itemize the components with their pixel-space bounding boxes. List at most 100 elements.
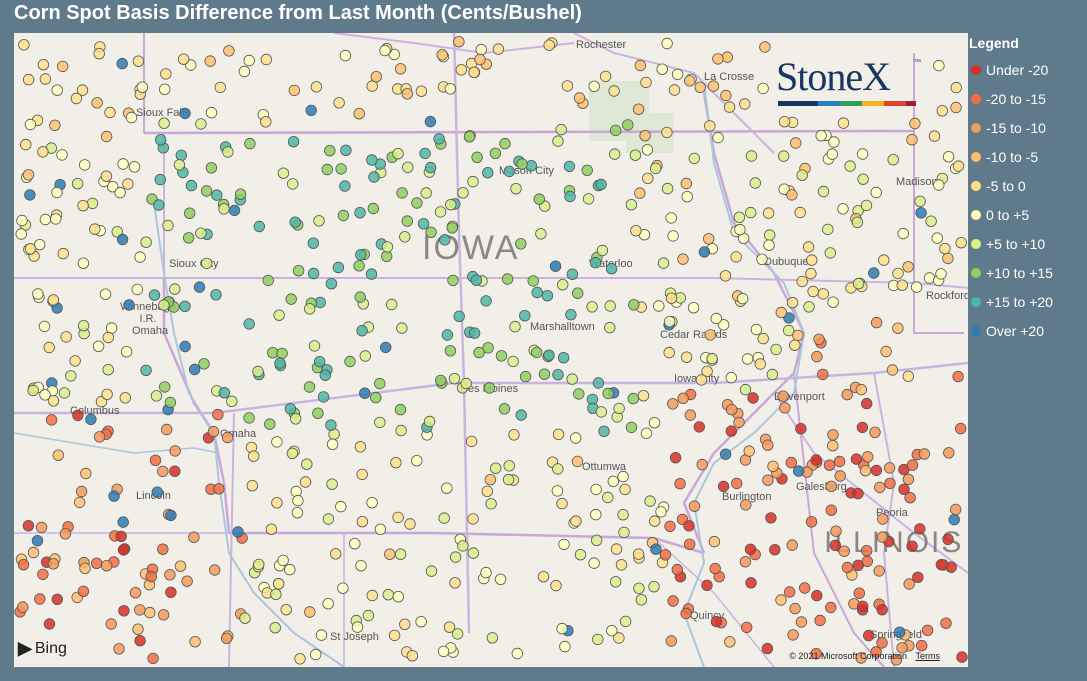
station-marker[interactable] [909,117,921,130]
station-marker[interactable] [825,480,838,493]
station-marker[interactable] [16,214,28,227]
station-marker[interactable] [273,309,285,321]
station-marker[interactable] [77,199,89,212]
station-marker[interactable] [447,274,459,287]
station-marker[interactable] [556,497,568,510]
station-marker[interactable] [43,341,55,354]
station-marker[interactable] [226,395,238,408]
station-marker[interactable] [733,416,745,429]
station-marker[interactable] [625,198,638,211]
station-marker[interactable] [830,525,842,537]
station-marker[interactable] [122,178,134,190]
station-marker[interactable] [622,119,634,131]
station-marker[interactable] [128,161,141,173]
station-marker[interactable] [301,458,313,470]
station-marker[interactable] [145,570,158,583]
station-marker[interactable] [424,115,437,128]
station-marker[interactable] [566,268,579,280]
station-marker[interactable] [102,364,114,376]
station-marker[interactable] [637,390,650,402]
station-marker[interactable] [825,601,837,614]
station-marker[interactable] [552,135,564,147]
station-marker[interactable] [285,293,297,305]
station-marker[interactable] [775,306,788,319]
station-marker[interactable] [437,645,450,658]
station-marker[interactable] [859,465,872,477]
station-marker[interactable] [136,81,149,93]
station-marker[interactable] [537,571,550,583]
station-marker[interactable] [852,487,864,500]
bing-attribution[interactable]: ▶ Bing [18,638,67,659]
station-marker[interactable] [395,424,407,437]
station-marker[interactable] [948,513,960,526]
station-marker[interactable] [883,462,896,474]
station-marker[interactable] [565,309,577,321]
station-marker[interactable] [433,133,445,145]
station-marker[interactable] [333,97,345,109]
station-marker[interactable] [490,462,502,474]
station-marker[interactable] [402,161,414,174]
station-marker[interactable] [588,557,600,569]
station-marker[interactable] [134,635,146,647]
station-marker[interactable] [877,513,889,525]
station-marker[interactable] [887,153,899,166]
station-marker[interactable] [552,463,564,475]
station-marker[interactable] [169,465,181,477]
station-marker[interactable] [284,403,297,415]
station-marker[interactable] [950,503,962,516]
station-marker[interactable] [737,292,749,305]
station-marker[interactable] [884,477,896,490]
station-marker[interactable] [72,409,84,422]
station-marker[interactable] [759,41,771,53]
station-marker[interactable] [444,83,457,95]
station-marker[interactable] [684,538,696,551]
station-marker[interactable] [703,233,715,245]
station-marker[interactable] [903,578,915,590]
station-marker[interactable] [595,406,608,418]
station-marker[interactable] [17,559,30,571]
station-marker[interactable] [355,560,367,572]
station-marker[interactable] [892,267,904,280]
station-marker[interactable] [655,506,667,518]
station-marker[interactable] [765,512,777,524]
station-marker[interactable] [441,482,453,494]
station-marker[interactable] [740,499,752,511]
station-marker[interactable] [105,618,117,630]
station-marker[interactable] [158,83,171,96]
station-marker[interactable] [399,618,411,631]
station-marker[interactable] [179,107,191,120]
station-marker[interactable] [950,81,962,94]
station-marker[interactable] [793,465,805,477]
station-marker[interactable] [260,116,272,128]
station-marker[interactable] [232,526,244,538]
station-marker[interactable] [515,238,527,250]
station-marker[interactable] [117,158,129,170]
station-marker[interactable] [434,206,447,218]
station-marker[interactable] [533,193,546,205]
station-marker[interactable] [262,274,274,287]
station-marker[interactable] [162,219,174,232]
station-marker[interactable] [228,204,241,217]
station-marker[interactable] [160,68,172,80]
station-marker[interactable] [319,369,332,381]
station-marker[interactable] [770,343,782,356]
legend-item[interactable]: -15 to -10 [969,113,1087,142]
station-marker[interactable] [906,540,918,552]
station-marker[interactable] [730,251,742,263]
station-marker[interactable] [671,68,684,81]
station-marker[interactable] [104,106,116,119]
station-marker[interactable] [210,289,222,301]
station-marker[interactable] [435,374,447,387]
station-marker[interactable] [290,413,302,425]
station-marker[interactable] [322,513,335,525]
station-marker[interactable] [366,589,379,602]
station-marker[interactable] [745,150,758,162]
legend-item[interactable]: -5 to 0 [969,171,1087,200]
station-marker[interactable] [733,211,746,224]
station-marker[interactable] [665,292,678,304]
station-marker[interactable] [24,118,37,131]
station-marker[interactable] [805,516,818,528]
station-marker[interactable] [619,615,632,628]
station-marker[interactable] [664,520,676,533]
station-marker[interactable] [394,548,407,560]
